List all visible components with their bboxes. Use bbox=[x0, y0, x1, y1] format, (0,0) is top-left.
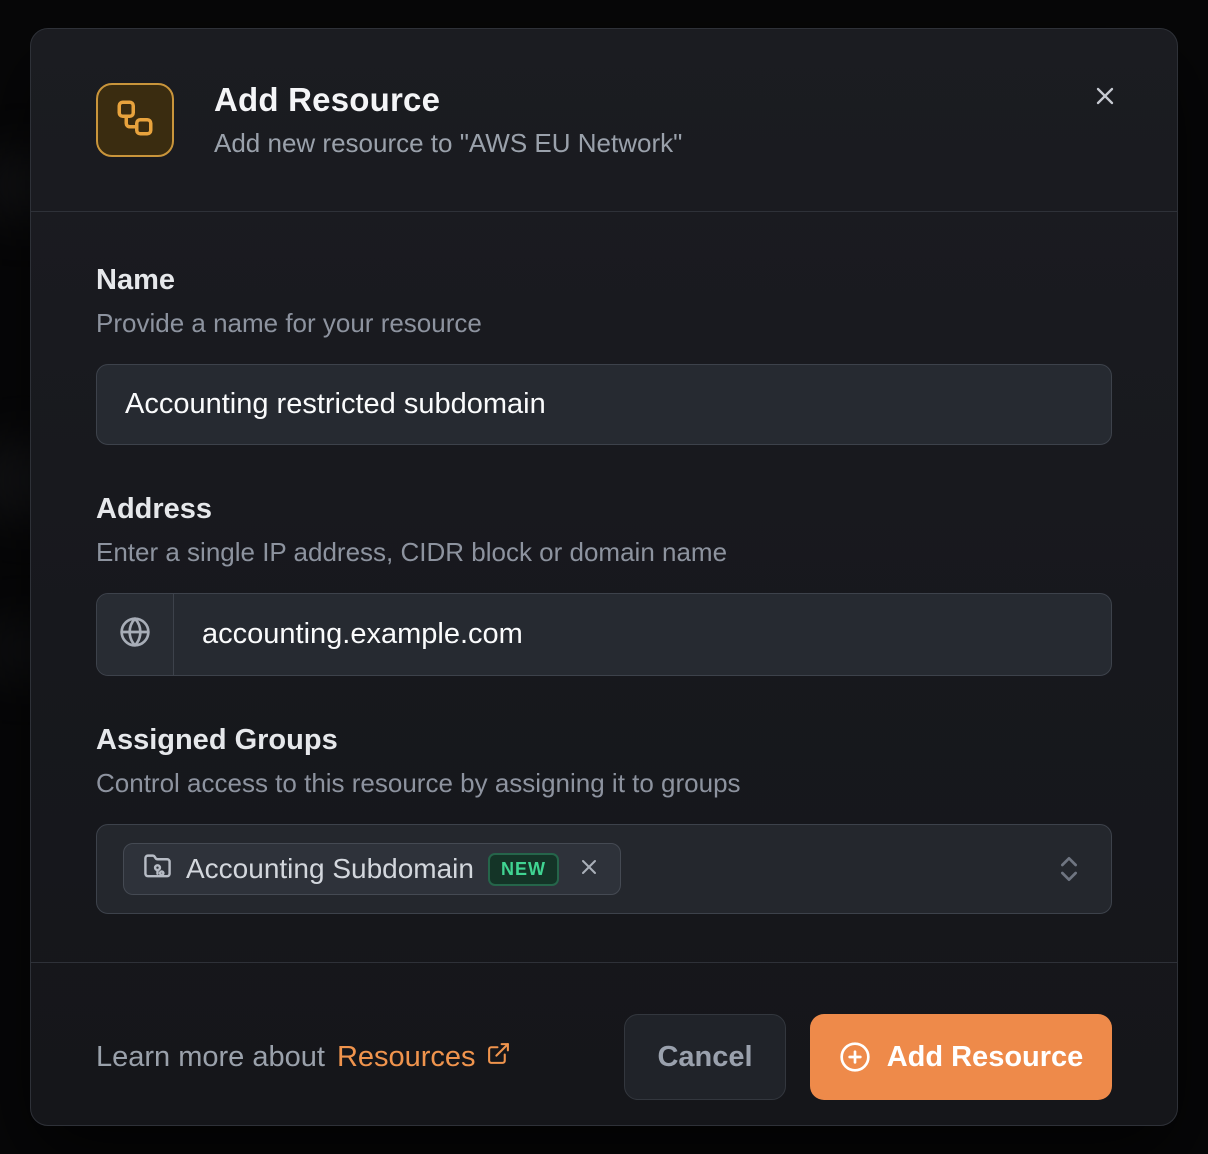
resources-link[interactable]: Resources bbox=[337, 1041, 511, 1074]
add-resource-modal: Add Resource Add new resource to "AWS EU… bbox=[30, 28, 1178, 1126]
groups-description: Control access to this resource by assig… bbox=[96, 768, 1112, 799]
group-tag-label: Accounting Subdomain bbox=[186, 853, 474, 885]
group-tag: Accounting Subdomain NEW bbox=[123, 843, 621, 895]
address-prefix bbox=[97, 594, 174, 675]
header-texts: Add Resource Add new resource to "AWS EU… bbox=[214, 81, 682, 159]
modal-header: Add Resource Add new resource to "AWS EU… bbox=[31, 29, 1177, 212]
modal-body: Name Provide a name for your resource Ad… bbox=[31, 212, 1177, 962]
remove-group-button[interactable] bbox=[577, 855, 601, 884]
resources-link-label: Resources bbox=[337, 1041, 476, 1074]
workflow-icon bbox=[114, 97, 156, 144]
address-section: Address Enter a single IP address, CIDR … bbox=[96, 493, 1112, 676]
resource-icon-badge bbox=[96, 83, 174, 157]
chevrons-up-down-icon[interactable] bbox=[1053, 853, 1085, 885]
address-label: Address bbox=[96, 493, 1112, 526]
learn-more: Learn more about Resources bbox=[96, 1041, 511, 1074]
modal-title: Add Resource bbox=[214, 81, 682, 119]
address-input-group bbox=[96, 593, 1112, 676]
modal-footer: Learn more about Resources Cancel bbox=[31, 962, 1177, 1126]
address-input[interactable] bbox=[174, 594, 1111, 675]
external-link-icon bbox=[486, 1041, 511, 1074]
name-label: Name bbox=[96, 264, 1112, 297]
groups-label: Assigned Groups bbox=[96, 724, 1112, 757]
groups-section: Assigned Groups Control access to this r… bbox=[96, 724, 1112, 914]
footer-actions: Cancel Add Resource bbox=[624, 1014, 1112, 1100]
screen-backdrop: Add Resource Add new resource to "AWS EU… bbox=[0, 0, 1208, 1154]
learn-more-text: Learn more about bbox=[96, 1041, 325, 1074]
circle-plus-icon bbox=[839, 1041, 871, 1073]
folder-group-icon bbox=[143, 852, 172, 886]
x-icon bbox=[1091, 82, 1119, 113]
add-resource-button-label: Add Resource bbox=[887, 1041, 1084, 1074]
name-section: Name Provide a name for your resource bbox=[96, 264, 1112, 445]
new-badge: NEW bbox=[488, 853, 559, 886]
globe-icon bbox=[119, 616, 151, 653]
add-resource-button[interactable]: Add Resource bbox=[810, 1014, 1112, 1100]
cancel-button[interactable]: Cancel bbox=[624, 1014, 786, 1100]
name-input[interactable] bbox=[96, 364, 1112, 445]
groups-multiselect[interactable]: Accounting Subdomain NEW bbox=[96, 824, 1112, 914]
address-description: Enter a single IP address, CIDR block or… bbox=[96, 537, 1112, 568]
modal-subtitle: Add new resource to "AWS EU Network" bbox=[214, 128, 682, 159]
x-icon bbox=[577, 855, 601, 884]
name-description: Provide a name for your resource bbox=[96, 308, 1112, 339]
close-button[interactable] bbox=[1085, 77, 1125, 117]
